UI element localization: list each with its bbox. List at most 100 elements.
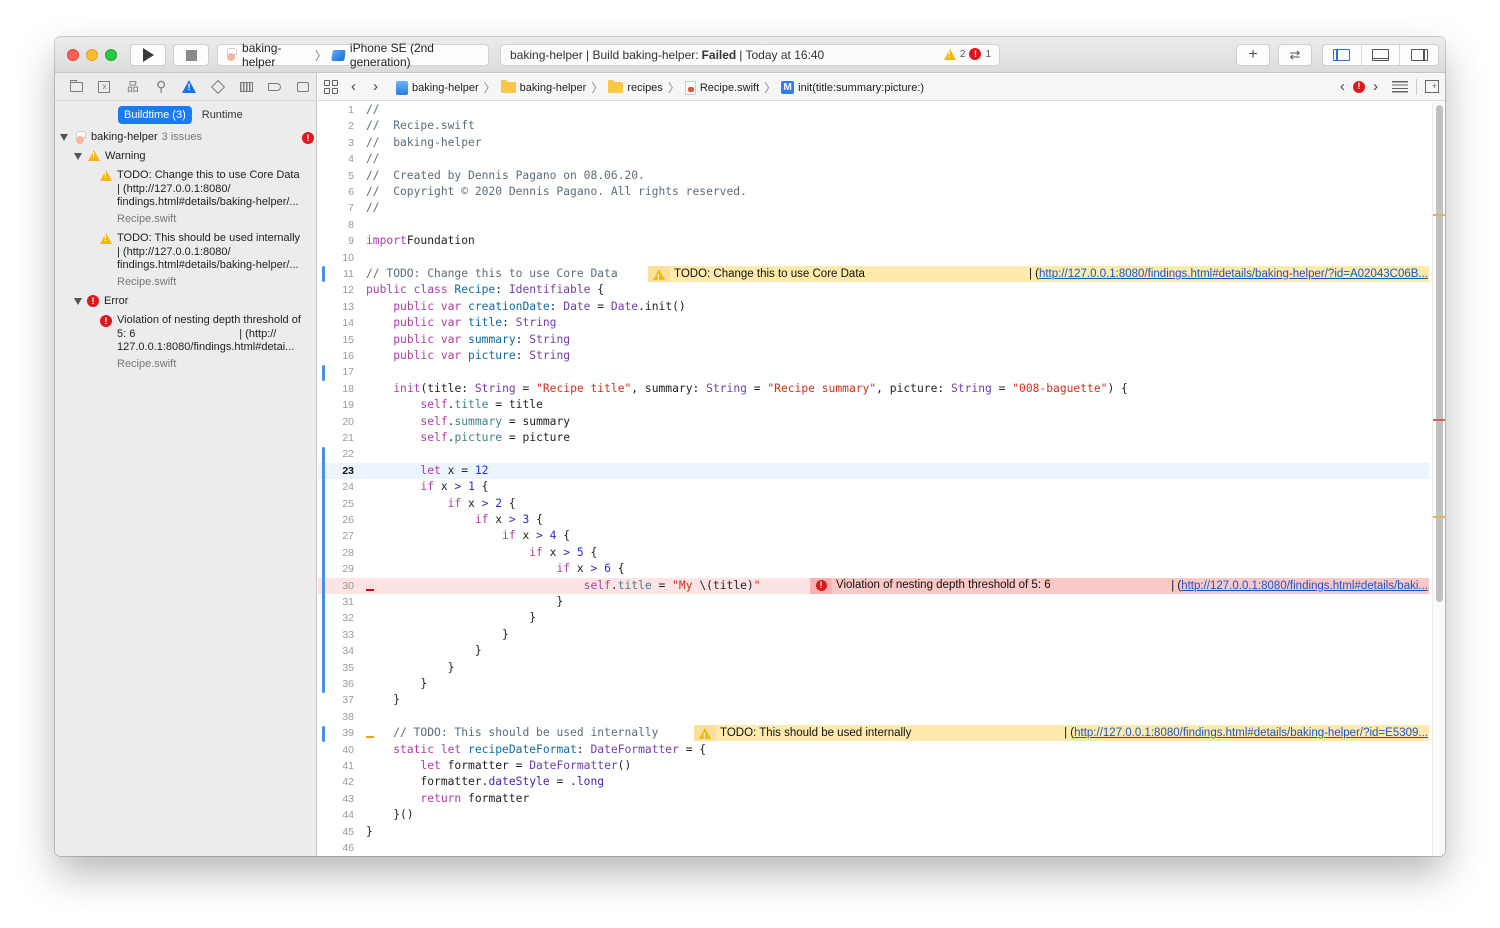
code-line[interactable]: 37 } — [318, 692, 1429, 708]
tab-project-navigator[interactable] — [62, 77, 90, 97]
code-line[interactable]: 21 self.picture = picture — [318, 430, 1429, 446]
code-line[interactable]: 26 if x > 3 { — [318, 512, 1429, 528]
code-line[interactable]: 7 // — [318, 200, 1429, 216]
line-number[interactable]: 3 — [318, 135, 354, 151]
code-line[interactable]: 1 // — [318, 102, 1429, 118]
line-number[interactable]: 44 — [318, 807, 354, 823]
tab-test-navigator[interactable] — [204, 77, 232, 97]
warning-scroll-marker[interactable] — [1433, 516, 1445, 518]
code-line[interactable]: 25 if x > 2 { — [318, 496, 1429, 512]
line-number[interactable]: 40 — [318, 742, 354, 758]
inline-warning-annotation[interactable]: TODO: Change this to use Core Data | (htt… — [648, 266, 1429, 286]
code-line[interactable]: 45} — [318, 824, 1429, 840]
line-number[interactable]: 2 — [318, 118, 354, 134]
crumb-symbol[interactable]: M init(title:summary:picture:) — [781, 81, 924, 94]
code-line[interactable]: 28 if x > 5 { — [318, 545, 1429, 561]
warning-scroll-marker[interactable] — [1433, 214, 1445, 216]
code-line[interactable]: 6 // Copyright © 2020 Dennis Pagano. All … — [318, 184, 1429, 200]
toggle-debug-area-button[interactable] — [1362, 45, 1401, 65]
change-indicator[interactable] — [322, 365, 325, 381]
toggle-navigator-button[interactable] — [1323, 45, 1362, 65]
tab-debug-navigator[interactable] — [232, 77, 260, 97]
code-line[interactable]: 41 let formatter = DateFormatter() — [318, 758, 1429, 774]
code-line[interactable]: 20 self.summary = summary — [318, 414, 1429, 430]
disclosure-triangle-icon[interactable] — [74, 153, 82, 160]
code-line[interactable]: 29 if x > 6 { — [318, 561, 1429, 577]
line-number[interactable]: 5 — [318, 168, 354, 184]
code-line[interactable]: 42 formatter.dateStyle = .long — [318, 774, 1429, 790]
disclosure-triangle-icon[interactable] — [74, 298, 82, 305]
library-button[interactable]: + — [1236, 44, 1270, 66]
crumb-project[interactable]: baking-helper — [396, 80, 479, 95]
line-number[interactable]: 37 — [318, 692, 354, 708]
issue-item[interactable]: TODO: This should be used internally | (… — [100, 232, 315, 288]
line-number[interactable]: 12 — [318, 282, 354, 298]
findings-link[interactable]: http://127.0.0.1:8080/findings.html#deta… — [1181, 580, 1428, 592]
issue-badges[interactable]: 2 ! 1 — [943, 48, 991, 60]
disclosure-triangle-icon[interactable] — [60, 134, 68, 141]
code-line[interactable]: 8 — [318, 217, 1429, 233]
scheme-target[interactable]: baking-helper — [242, 41, 310, 69]
code-line[interactable]: 2 // Recipe.swift — [318, 118, 1429, 134]
code-line[interactable]: 33 } — [318, 627, 1429, 643]
code-line[interactable]: 27 if x > 4 { — [318, 528, 1429, 544]
line-number[interactable]: 20 — [318, 414, 354, 430]
change-indicator[interactable] — [322, 447, 325, 693]
change-indicator[interactable] — [322, 266, 325, 282]
code-review-button[interactable]: ⇄ — [1278, 44, 1312, 66]
line-number[interactable]: 13 — [318, 299, 354, 315]
close-window-button[interactable] — [67, 49, 79, 61]
run-button[interactable] — [130, 44, 166, 66]
toggle-inspector-button[interactable] — [1400, 45, 1438, 65]
chevron-right-icon[interactable]: › — [373, 78, 378, 95]
issue-item[interactable]: TODO: Change this to use Core Data | (ht… — [100, 169, 315, 225]
tab-find-navigator[interactable]: ⚲ — [147, 77, 175, 97]
line-number[interactable]: 46 — [318, 840, 354, 856]
line-number[interactable]: 1 — [318, 102, 354, 118]
line-number[interactable]: 43 — [318, 791, 354, 807]
code-line[interactable]: 43 return formatter — [318, 791, 1429, 807]
inline-warning-annotation[interactable]: TODO: This should be used internally | (h… — [694, 725, 1429, 745]
related-items-icon[interactable] — [324, 80, 338, 94]
line-number[interactable]: 15 — [318, 332, 354, 348]
group-warning-row[interactable]: Warning — [74, 150, 146, 162]
segment-runtime[interactable]: Runtime — [196, 106, 249, 124]
tab-symbol-navigator[interactable]: 品 — [119, 77, 147, 97]
code-line[interactable]: 12 public class Recipe: Identifiable { — [318, 282, 1429, 298]
project-row[interactable]: baking-helper 3 issues ! — [60, 131, 315, 145]
code-line[interactable]: 23 let x = 12 — [318, 462, 1429, 480]
chevron-left-icon[interactable]: ‹ — [351, 78, 356, 95]
code-line[interactable]: 44 }() — [318, 807, 1429, 823]
editor-options-icon[interactable] — [1392, 80, 1408, 93]
crumb-folder[interactable]: recipes — [608, 80, 663, 94]
minimize-window-button[interactable] — [86, 49, 98, 61]
next-issue-icon[interactable]: › — [1373, 78, 1378, 95]
code-line[interactable]: 40 static let recipeDateFormat: DateForm… — [318, 742, 1429, 758]
code-line[interactable]: 38 — [318, 709, 1429, 725]
line-number[interactable]: 42 — [318, 774, 354, 790]
code-line[interactable]: 32 } — [318, 610, 1429, 626]
error-icon[interactable]: ! — [1353, 80, 1365, 93]
code-line[interactable]: 10 — [318, 250, 1429, 266]
code-line[interactable]: 17 — [318, 364, 1429, 380]
code-line[interactable]: 46 — [318, 840, 1429, 856]
inline-error-annotation[interactable]: ! Violation of nesting depth threshold of… — [810, 577, 1429, 594]
code-line[interactable]: 14 public var title: String — [318, 315, 1429, 331]
code-line[interactable]: 5 // Created by Dennis Pagano on 08.06.20… — [318, 168, 1429, 184]
line-number[interactable]: 7 — [318, 200, 354, 216]
stop-button[interactable] — [173, 44, 209, 66]
code-line[interactable]: 11// TODO: Change this to use Core DataT… — [318, 266, 1429, 286]
code-line[interactable]: 3 // baking-helper — [318, 135, 1429, 151]
code-line[interactable]: 24 if x > 1 { — [318, 479, 1429, 495]
line-number[interactable]: 19 — [318, 397, 354, 413]
line-number[interactable]: 14 — [318, 315, 354, 331]
line-number[interactable]: 9 — [318, 233, 354, 249]
code-line[interactable]: 34 } — [318, 643, 1429, 659]
code-line[interactable]: 39 // TODO: This should be used internal… — [318, 725, 1429, 745]
code-line[interactable]: 9 importFoundation — [318, 233, 1429, 249]
line-number[interactable]: 21 — [318, 430, 354, 446]
line-number[interactable]: 18 — [318, 381, 354, 397]
code-line[interactable]: 30 self.title = "My \(title)"! Violation … — [318, 577, 1429, 594]
code-line[interactable]: 36 } — [318, 676, 1429, 692]
line-number[interactable]: 38 — [318, 709, 354, 725]
